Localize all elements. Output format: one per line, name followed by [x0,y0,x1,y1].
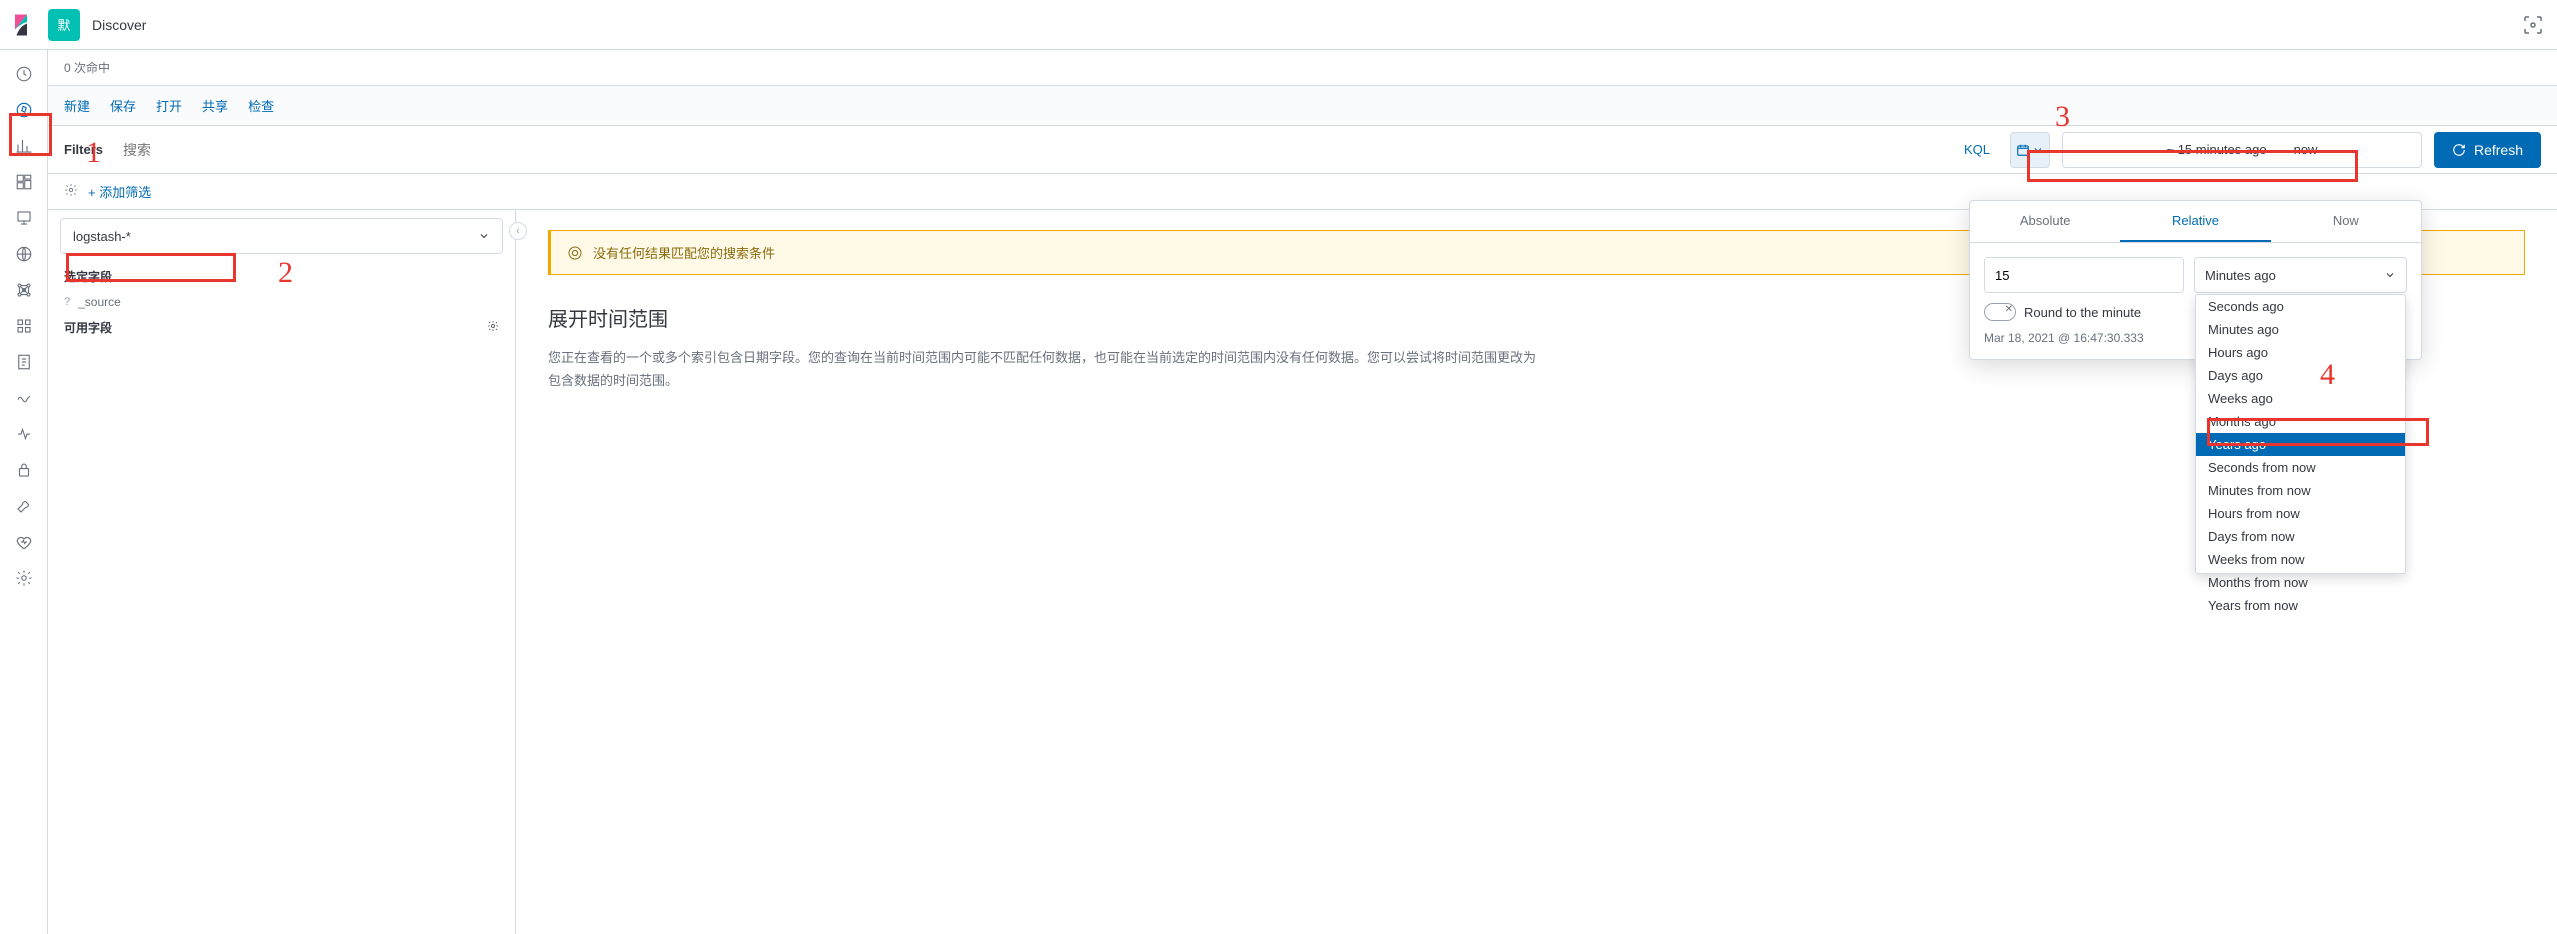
available-fields-header: 可用字段 [48,313,515,342]
nav-uptime-icon[interactable] [8,418,40,450]
app-badge: 默 [48,9,80,41]
refresh-icon [2452,143,2466,157]
time-range-button[interactable]: ~ 15 minutes ago → now [2062,132,2422,168]
fields-sidebar: logstash-* ‹ 选定字段 ? _source 可用字段 [48,210,516,934]
arrow-right-icon: → [2275,144,2286,156]
nav-monitoring-icon[interactable] [8,526,40,558]
chevron-down-icon [478,230,490,242]
hitcount-bar: 0 次命中 [48,50,2557,86]
nav-discover-icon[interactable] [8,94,40,126]
query-bar: Filters KQL ~ 15 minutes ago → now Refre… [48,126,2557,174]
round-label: Round to the minute [2024,305,2141,320]
fullscreen-icon[interactable] [2521,13,2545,37]
main-area: 0 次命中 新建 保存 打开 共享 检查 Filters KQL ~ 15 mi… [48,50,2557,934]
unit-option[interactable]: Months ago [2196,410,2405,433]
chevron-down-icon [2384,269,2396,281]
popover-body: Minutes ago Seconds agoMinutes agoHours … [1970,243,2421,359]
unit-option[interactable]: Days from now [2196,525,2405,548]
kibana-logo-icon[interactable] [12,13,36,37]
nav-siem-icon[interactable] [8,454,40,486]
nav-canvas-icon[interactable] [8,202,40,234]
unit-dropdown: Seconds agoMinutes agoHours agoDays agoW… [2195,294,2406,574]
collapse-sidebar-icon[interactable]: ‹ [509,222,527,240]
unit-selected-label: Minutes ago [2205,268,2276,283]
unit-option[interactable]: Hours from now [2196,502,2405,525]
field-name: _source [78,295,121,309]
index-pattern-select[interactable]: logstash-* [60,218,503,254]
unit-option[interactable]: Weeks from now [2196,548,2405,571]
toolbar-share[interactable]: 共享 [202,96,228,115]
relative-unit-select[interactable]: Minutes ago Seconds agoMinutes agoHours … [2194,257,2407,293]
toolbar-open[interactable]: 打开 [156,96,182,115]
nav-logs-icon[interactable] [8,346,40,378]
selected-fields-header: 选定字段 [48,262,515,291]
nav-apm-icon[interactable] [8,382,40,414]
breadcrumb-title: Discover [92,17,146,33]
hitcount-text: 0 次命中 [64,59,110,76]
nav-maps-icon[interactable] [8,238,40,270]
calendar-icon [2016,143,2030,157]
toolbar-save[interactable]: 保存 [110,96,136,115]
unit-option[interactable]: Years ago [2196,433,2405,456]
nav-ml-icon[interactable] [8,274,40,306]
filter-settings-icon[interactable] [64,183,78,200]
toolbar-inspect[interactable]: 检查 [248,96,274,115]
field-type-unknown-icon: ? [64,296,70,308]
time-picker-popover: Absolute Relative Now Minutes ago Second… [1969,200,2422,360]
nav-visualize-icon[interactable] [8,130,40,162]
index-pattern-label: logstash-* [73,229,131,244]
unit-option[interactable]: Days ago [2196,364,2405,387]
nav-devtools-icon[interactable] [8,490,40,522]
discover-toolbar: 新建 保存 打开 共享 检查 [48,86,2557,126]
warning-text: 没有任何结果匹配您的搜索条件 [593,243,775,262]
quick-select-button[interactable] [2010,132,2050,168]
nav-recent-icon[interactable] [8,58,40,90]
kql-toggle[interactable]: KQL [1956,142,1998,157]
unit-option[interactable]: Minutes from now [2196,479,2405,502]
filters-label: Filters [64,142,103,157]
warning-icon [567,245,583,261]
nav-infra-icon[interactable] [8,310,40,342]
chevron-down-icon [2032,144,2044,156]
search-input[interactable] [123,132,1944,168]
fields-settings-icon[interactable] [487,320,499,335]
unit-option[interactable]: Hours ago [2196,341,2405,364]
refresh-label: Refresh [2474,142,2523,158]
unit-option[interactable]: Seconds from now [2196,456,2405,479]
field-source[interactable]: ? _source [48,291,515,313]
unit-option[interactable]: Seconds ago [2196,295,2405,318]
unit-option[interactable]: Weeks ago [2196,387,2405,410]
unit-option[interactable]: Minutes ago [2196,318,2405,341]
toolbar-new[interactable]: 新建 [64,96,90,115]
refresh-button[interactable]: Refresh [2434,132,2541,168]
tab-now[interactable]: Now [2271,201,2421,242]
tab-relative[interactable]: Relative [2120,201,2270,242]
round-toggle[interactable] [1984,303,2016,321]
nav-dashboard-icon[interactable] [8,166,40,198]
nav-rail [0,50,48,934]
tab-absolute[interactable]: Absolute [1970,201,2120,242]
unit-option[interactable]: Years from now [2196,594,2405,617]
expand-range-text: 您正在查看的一个或多个索引包含日期字段。您的查询在当前时间范围内可能不匹配任何数… [548,346,1548,393]
relative-value-input[interactable] [1984,257,2184,293]
add-filter-link[interactable]: + 添加筛选 [88,182,151,201]
available-fields-label: 可用字段 [64,319,112,336]
time-range-from: ~ 15 minutes ago [2166,142,2266,157]
time-range-to: now [2294,142,2318,157]
nav-management-icon[interactable] [8,562,40,594]
selected-fields-label: 选定字段 [64,268,112,285]
unit-option[interactable]: Months from now [2196,571,2405,594]
top-header: 默 Discover [0,0,2557,50]
popover-tabs: Absolute Relative Now [1970,201,2421,243]
